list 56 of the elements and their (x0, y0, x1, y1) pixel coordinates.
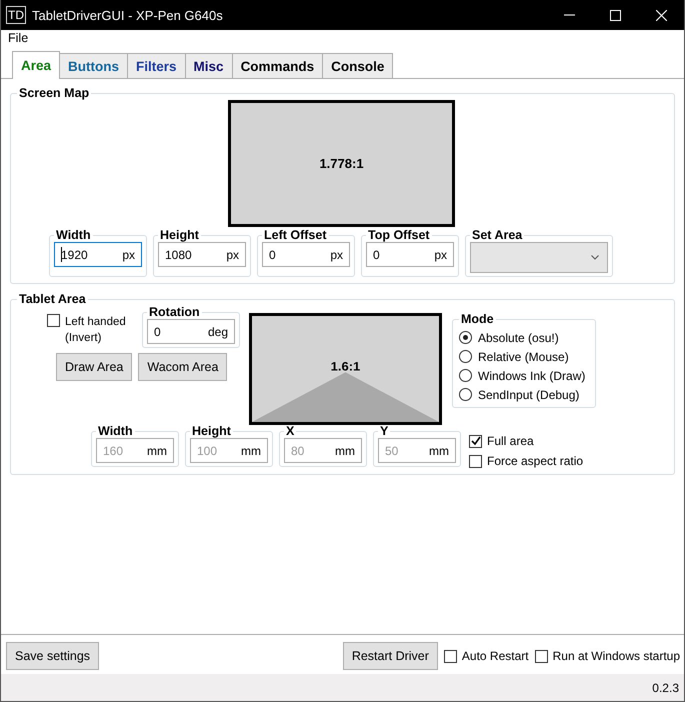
radio-label: Windows Ink (Draw) (478, 368, 586, 382)
app-icon: TD (6, 6, 26, 24)
field-label: Y (379, 425, 390, 438)
field-label: Width (97, 425, 134, 438)
menu-item[interactable]: File (8, 31, 28, 47)
field-label: Top Offset (367, 229, 431, 242)
field-label: Height (191, 425, 232, 438)
chevron-down-icon (591, 255, 599, 260)
field-label: Set Area (471, 229, 524, 242)
close-icon[interactable] (656, 10, 666, 20)
number-field[interactable]: 0 deg (147, 319, 235, 344)
field-label: X (285, 425, 296, 438)
radio-label: Absolute (osu!) (478, 330, 559, 344)
group-title: Tablet Area (18, 293, 87, 306)
tab[interactable]: Console (322, 53, 394, 78)
checkbox-label: Full area (487, 434, 534, 448)
checkbox-label: Auto Restart (462, 649, 529, 663)
number-field[interactable]: 0 px (366, 242, 454, 267)
tab[interactable]: Commands (232, 53, 324, 78)
radio-button[interactable] (459, 331, 472, 344)
field-label: Rotation (148, 306, 201, 319)
radio-button[interactable] (459, 350, 472, 363)
maximize-icon[interactable] (610, 10, 620, 20)
group-title: Screen Map (18, 87, 90, 100)
number-field[interactable]: 0 px (262, 242, 350, 267)
screen-area-drawing: 1.778:1 (228, 100, 455, 227)
minimize-icon[interactable] (564, 14, 574, 16)
checkbox[interactable] (469, 454, 482, 468)
save-button[interactable]: Save settings (6, 642, 100, 670)
checkbox[interactable] (534, 650, 548, 662)
number-field[interactable]: 1080 px (158, 242, 246, 267)
checkbox[interactable] (469, 434, 482, 448)
tablet-area-drawing: 1.6:1 (249, 313, 442, 425)
restart-button[interactable]: Restart Driver (342, 642, 438, 670)
tab[interactable]: Buttons (59, 53, 128, 78)
field-label: Left Offset (263, 229, 328, 242)
radio-label: Relative (Mouse) (478, 350, 569, 364)
radio-button[interactable] (459, 388, 472, 401)
tab[interactable]: Area (12, 51, 60, 79)
tab[interactable]: Misc (184, 53, 233, 78)
checkbox[interactable] (47, 314, 60, 327)
number-field[interactable]: 1920 px (54, 242, 142, 267)
checkbox-label: Run at Windows startup (552, 649, 680, 663)
area-button[interactable]: Wacom Area (138, 353, 228, 381)
radio-button[interactable] (459, 369, 472, 382)
tab[interactable]: Filters (127, 53, 186, 78)
area-button[interactable]: Draw Area (56, 353, 132, 381)
group-title: Mode (460, 313, 495, 326)
radio-label: SendInput (Debug) (478, 388, 580, 402)
field-label: Height (159, 229, 200, 242)
checkbox-label: Left handed (Invert) (65, 315, 127, 346)
field-label: Width (55, 229, 92, 242)
checkbox[interactable] (444, 650, 457, 662)
window-title: TabletDriverGUI - XP-Pen G640s (32, 8, 224, 22)
version-label: 0.2.3 (652, 680, 679, 694)
checkbox-label: Force aspect ratio (487, 454, 584, 468)
